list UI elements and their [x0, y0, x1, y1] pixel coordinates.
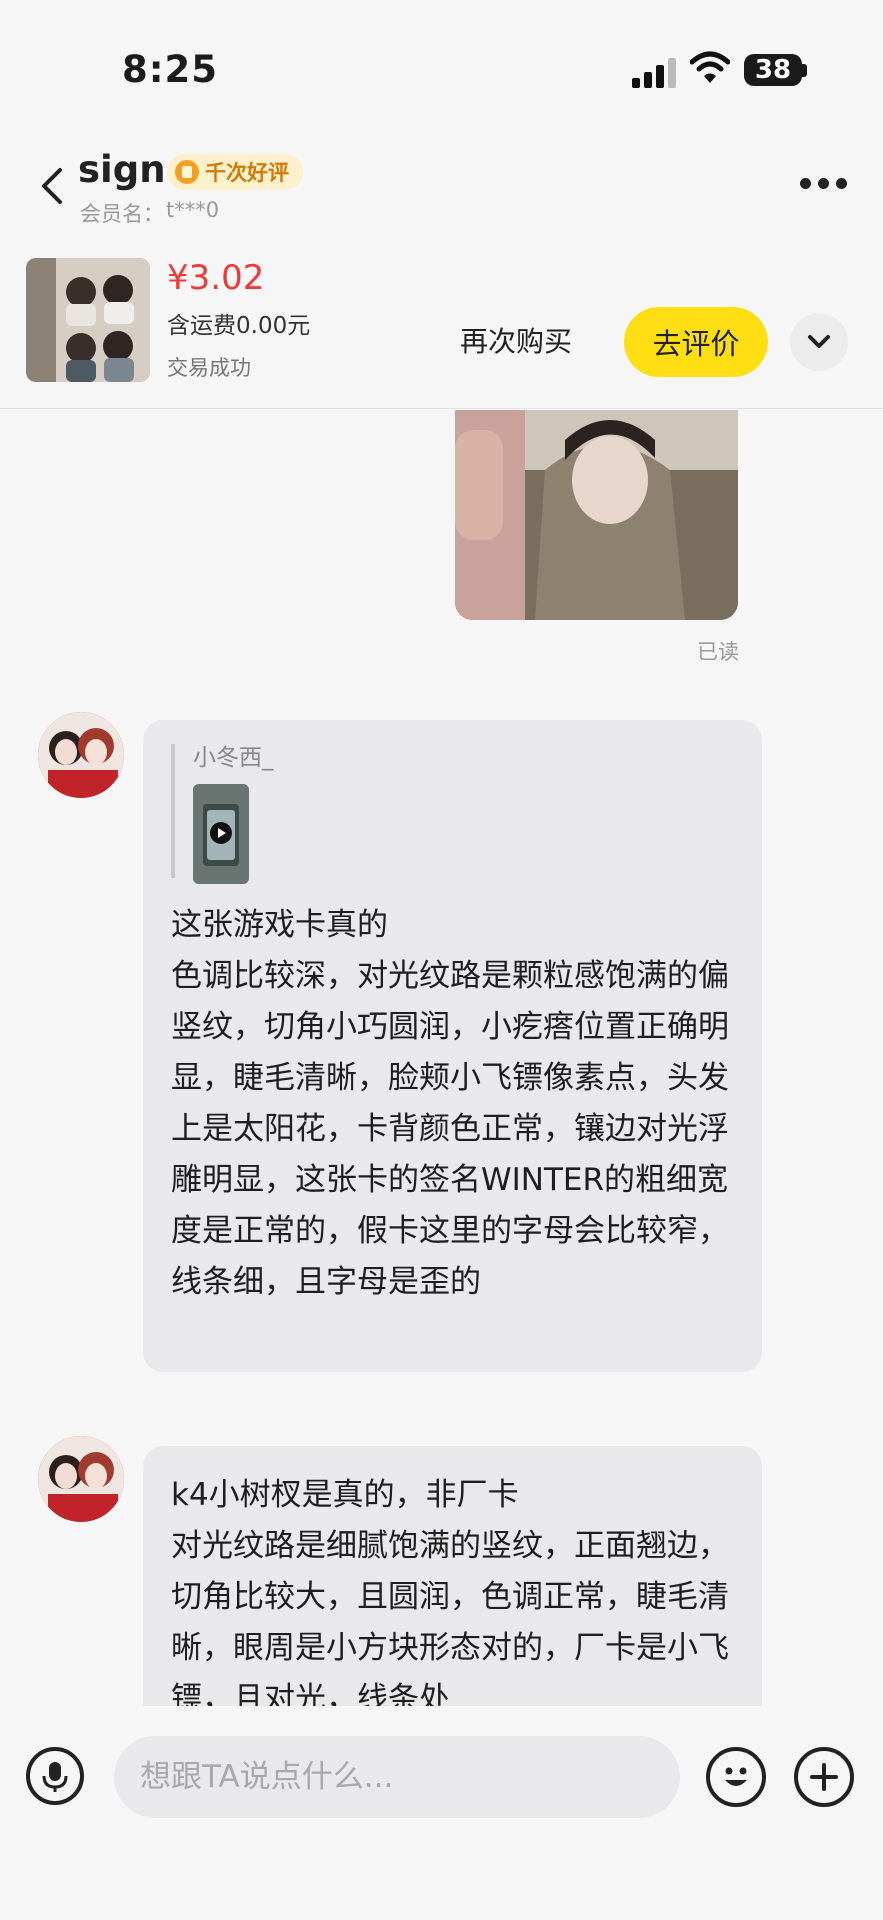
battery-cap [802, 64, 807, 77]
sent-photo-message[interactable] [455, 410, 738, 620]
rebuy-button[interactable]: 再次购买 [460, 320, 572, 360]
read-status: 已读 [697, 640, 739, 664]
shipping-fee: 含运费0.00元 [167, 313, 311, 339]
status-time: 8:25 [122, 48, 219, 91]
battery-icon: 38 [744, 54, 802, 86]
message-bubble: 小冬西_ 这张游戏卡真的 色调比较深，对光纹路是颗粒感饱满的偏竖纹，切角小巧圆润… [143, 720, 762, 1372]
review-button[interactable]: 去评价 [624, 307, 768, 377]
message-text: k4小树杈是真的，非厂卡 对光纹路是细腻饱满的竖纹，正面翘边，切角比较大，且圆润… [171, 1477, 729, 1706]
member-name: t***0 [166, 198, 220, 222]
quoted-message[interactable]: 小冬西_ [171, 744, 734, 884]
avatar[interactable] [38, 1436, 124, 1522]
member-label: 会员名： [80, 202, 164, 226]
deal-status: 交易成功 [167, 356, 251, 380]
microphone-icon[interactable] [26, 1747, 84, 1805]
badge-label: 千次好评 [205, 161, 289, 185]
header-divider [0, 408, 883, 409]
rating-badge: 千次好评 [167, 154, 303, 190]
more-options-icon[interactable] [800, 178, 848, 190]
message-input[interactable] [114, 1736, 680, 1818]
product-price: ¥3.02 [167, 258, 265, 298]
chevron-down-icon[interactable] [790, 313, 848, 371]
quoted-video-thumbnail[interactable] [193, 784, 249, 884]
cellular-signal-icon [632, 58, 676, 88]
message-bubble: k4小树杈是真的，非厂卡 对光纹路是细腻饱满的竖纹，正面翘边，切角比较大，且圆润… [143, 1446, 762, 1706]
medal-icon [175, 160, 199, 184]
message-text: 这张游戏卡真的 色调比较深，对光纹路是颗粒感饱满的偏竖纹，切角小巧圆润，小疙瘩位… [171, 907, 729, 1300]
back-arrow-icon[interactable] [38, 166, 68, 206]
plus-icon[interactable] [794, 1747, 854, 1807]
avatar[interactable] [38, 712, 124, 798]
product-thumbnail[interactable] [26, 258, 150, 382]
chat-title: sign [78, 148, 166, 191]
wifi-icon [690, 51, 730, 83]
quoted-sender: 小冬西_ [193, 745, 274, 771]
emoji-icon[interactable] [706, 1747, 766, 1807]
play-icon [210, 822, 232, 844]
